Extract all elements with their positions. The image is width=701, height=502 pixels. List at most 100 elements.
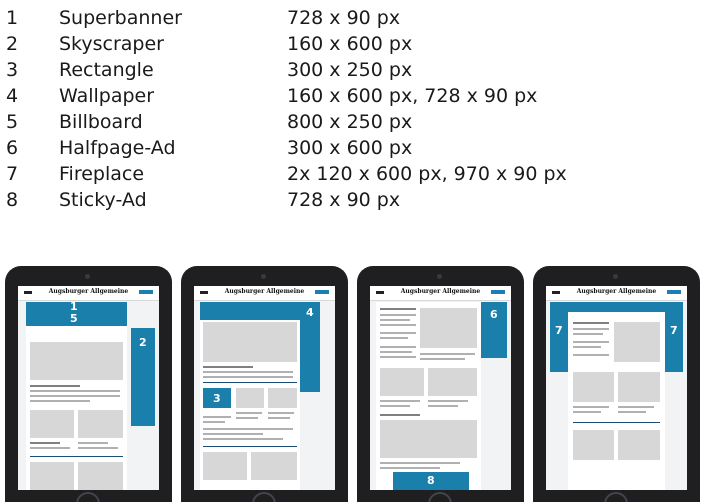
- text-line: [380, 319, 410, 321]
- format-name: Halfpage-Ad: [59, 137, 176, 159]
- format-row-wallpaper: 4 Wallpaper 160 x 600 px, 728 x 90 px: [0, 83, 701, 109]
- text-line: [420, 358, 465, 360]
- ad-number-label: 8: [427, 474, 435, 487]
- tablet-mockup-4: Augsburger Allgemeine 7 7: [533, 266, 700, 502]
- text-line: [573, 322, 609, 324]
- text-line: [573, 411, 601, 413]
- format-size: 300 x 250 px: [287, 59, 413, 81]
- image-placeholder: [30, 410, 74, 438]
- format-number: 7: [6, 163, 19, 185]
- format-number: 4: [6, 85, 19, 107]
- header-button: [491, 290, 505, 294]
- ad-number-label: 7: [670, 324, 678, 337]
- format-size: 300 x 600 px: [287, 137, 413, 159]
- format-row-rectangle: 3 Rectangle 300 x 250 px: [0, 57, 701, 83]
- text-line: [420, 353, 475, 355]
- image-placeholder: [420, 308, 477, 348]
- format-size: 2x 120 x 600 px, 970 x 90 px: [287, 163, 567, 185]
- site-header: Augsburger Allgemeine: [546, 286, 687, 301]
- ad-number-label: 5: [70, 312, 78, 325]
- format-number: 6: [6, 137, 19, 159]
- image-placeholder: [78, 462, 123, 490]
- divider: [203, 446, 297, 447]
- text-line: [268, 417, 290, 419]
- format-number: 1: [6, 7, 19, 29]
- format-number: 2: [6, 33, 19, 55]
- image-placeholder: [30, 462, 74, 490]
- fireplace-top-ad: [550, 302, 683, 312]
- text-line: [573, 406, 609, 408]
- text-line: [618, 406, 654, 408]
- camera-icon: [437, 274, 442, 279]
- image-placeholder: [268, 388, 297, 408]
- text-line: [573, 346, 601, 348]
- image-placeholder: [573, 372, 614, 402]
- text-line: [380, 351, 412, 353]
- ad-number-label: 7: [555, 324, 563, 337]
- format-name: Fireplace: [59, 163, 145, 185]
- image-placeholder: [203, 452, 247, 480]
- format-number: 8: [6, 189, 19, 211]
- format-size: 160 x 600 px, 728 x 90 px: [287, 85, 538, 107]
- text-line: [428, 405, 458, 407]
- ad-number-label: 6: [490, 308, 498, 321]
- text-line: [573, 333, 603, 335]
- format-name: Skyscraper: [59, 33, 164, 55]
- text-line: [380, 467, 440, 469]
- text-line: [380, 356, 416, 358]
- text-line: [268, 412, 294, 414]
- image-placeholder: [618, 430, 660, 460]
- format-size: 160 x 600 px: [287, 33, 413, 55]
- header-button: [667, 290, 681, 294]
- image-placeholder: [203, 322, 297, 362]
- camera-icon: [261, 274, 266, 279]
- text-line: [203, 366, 253, 368]
- text-line: [573, 341, 609, 343]
- text-line: [236, 417, 258, 419]
- text-line: [78, 447, 118, 449]
- image-placeholder: [30, 342, 123, 380]
- format-size: 800 x 250 px: [287, 111, 413, 133]
- header-button: [139, 290, 153, 294]
- text-line: [573, 328, 609, 330]
- home-button-icon: [252, 492, 276, 502]
- text-line: [380, 324, 416, 326]
- text-line: [380, 332, 416, 334]
- text-line: [30, 395, 120, 397]
- format-size: 728 x 90 px: [287, 7, 401, 29]
- fireplace-right-ad: [665, 302, 683, 372]
- ad-number-label: 3: [213, 392, 221, 405]
- text-line: [380, 405, 410, 407]
- page-content: [26, 302, 127, 490]
- text-line: [203, 416, 231, 418]
- image-placeholder: [428, 368, 477, 396]
- image-placeholder: [78, 410, 123, 438]
- site-header: Augsburger Allgemeine: [370, 286, 511, 301]
- tablet-screen: Augsburger Allgemeine 1 5 2: [18, 286, 159, 490]
- divider: [203, 382, 297, 383]
- format-name: Rectangle: [59, 59, 154, 81]
- tablet-screen: Augsburger Allgemeine 7 7: [546, 286, 687, 490]
- site-logo: Augsburger Allgemeine: [576, 288, 657, 295]
- text-line: [380, 414, 420, 416]
- text-line: [203, 371, 293, 373]
- tablet-screen: Augsburger Allgemeine 4 3: [194, 286, 335, 490]
- text-line: [380, 346, 416, 348]
- text-line: [30, 400, 90, 402]
- format-row-skyscraper: 2 Skyscraper 160 x 600 px: [0, 31, 701, 57]
- text-line: [203, 438, 283, 440]
- format-row-halfpage-ad: 6 Halfpage-Ad 300 x 600 px: [0, 135, 701, 161]
- tablet-mockup-3: Augsburger Allgemeine 6 8: [357, 266, 524, 502]
- text-line: [30, 442, 60, 444]
- text-line: [380, 462, 460, 464]
- ad-number-label: 2: [139, 336, 147, 349]
- image-placeholder: [380, 368, 424, 396]
- text-line: [78, 442, 108, 444]
- format-row-billboard: 5 Billboard 800 x 250 px: [0, 109, 701, 135]
- image-placeholder: [251, 452, 297, 480]
- image-placeholder: [573, 430, 614, 460]
- image-placeholder: [236, 388, 264, 408]
- format-number: 3: [6, 59, 19, 81]
- divider: [30, 456, 123, 457]
- ad-number-label: 4: [306, 306, 314, 319]
